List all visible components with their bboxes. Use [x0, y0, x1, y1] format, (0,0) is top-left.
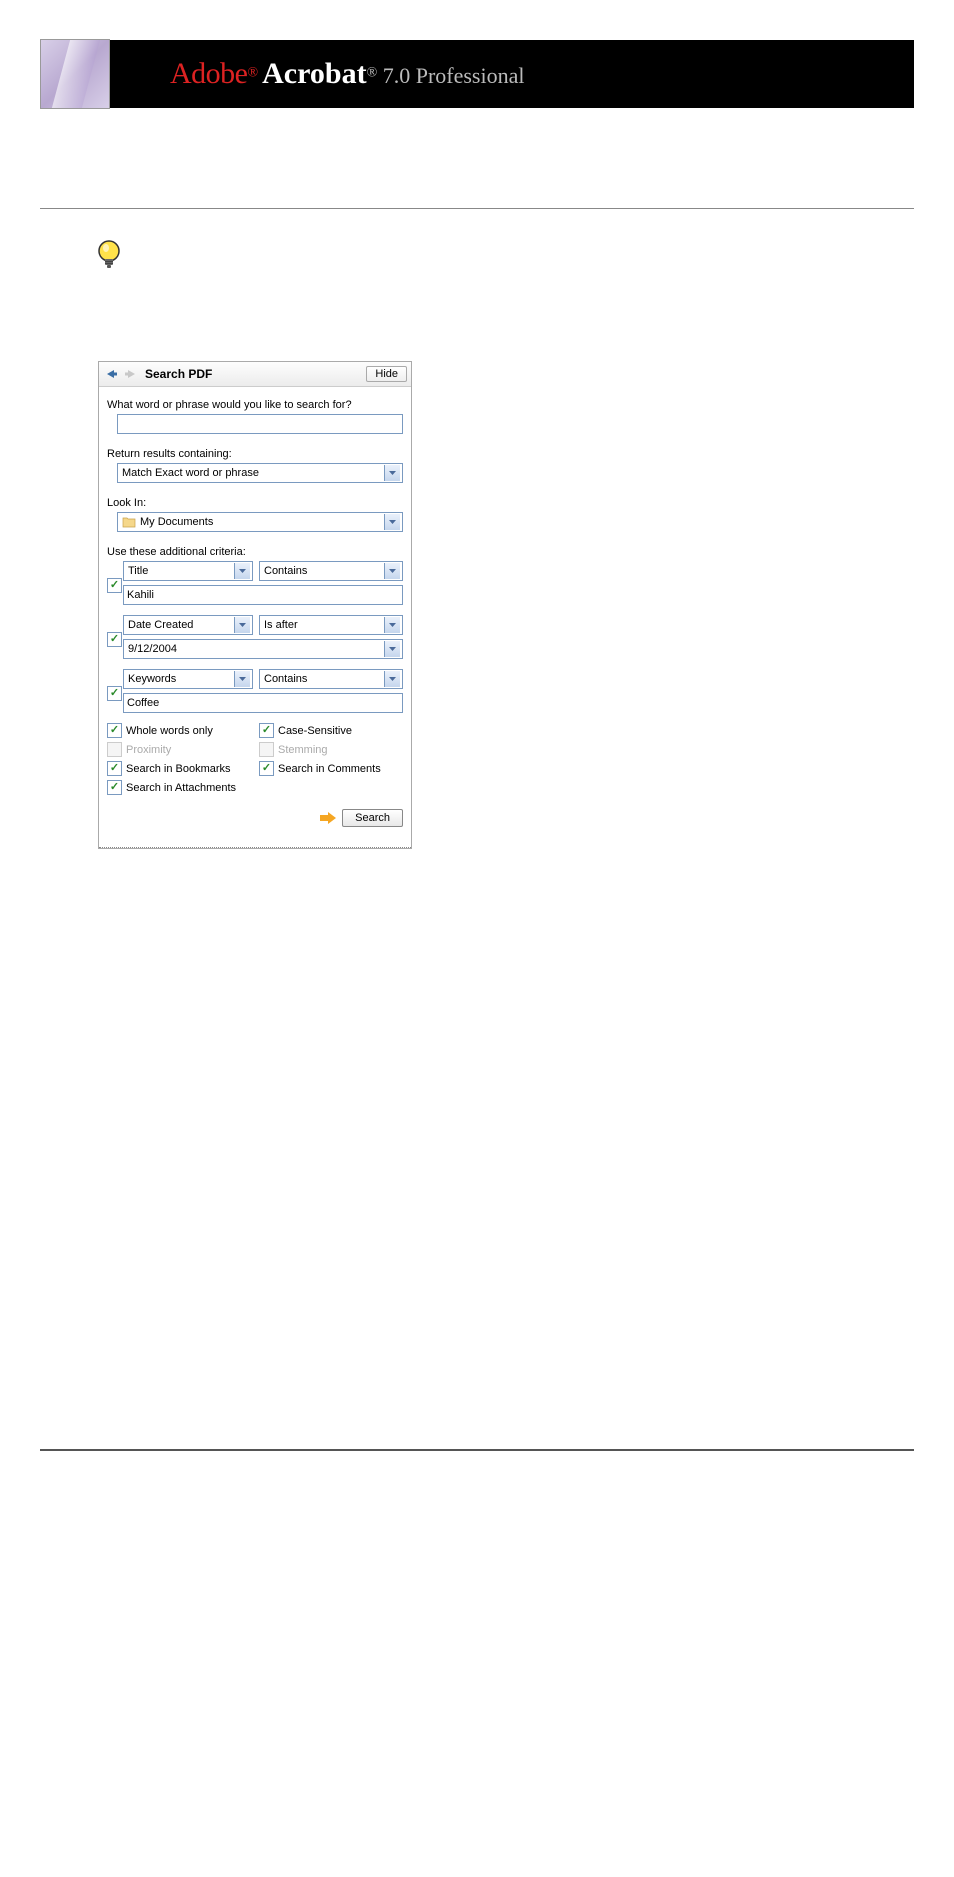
- search-phrase-label: What word or phrase would you like to se…: [107, 399, 403, 411]
- option-label: Proximity: [126, 744, 171, 756]
- option-checkbox: [259, 742, 274, 757]
- criteria-row: Keywords Contains: [107, 669, 403, 713]
- search-phrase-input[interactable]: [117, 414, 403, 434]
- chevron-down-icon: [234, 671, 250, 687]
- search-option: Proximity: [107, 742, 251, 757]
- option-checkbox[interactable]: [107, 780, 122, 795]
- look-in-label: Look In:: [107, 497, 403, 509]
- option-checkbox[interactable]: [107, 761, 122, 776]
- chevron-down-icon: [384, 641, 400, 657]
- option-checkbox[interactable]: [107, 723, 122, 738]
- divider: [40, 208, 914, 209]
- panel-title: Search PDF: [145, 367, 366, 381]
- criteria-operator-select[interactable]: Contains: [259, 561, 403, 581]
- option-checkbox[interactable]: [259, 761, 274, 776]
- criteria-operator-select[interactable]: Is after: [259, 615, 403, 635]
- option-label: Search in Bookmarks: [126, 763, 231, 775]
- criteria-field-select[interactable]: Keywords: [123, 669, 253, 689]
- criteria-field-select[interactable]: Date Created: [123, 615, 253, 635]
- criteria-value-input[interactable]: [123, 693, 403, 713]
- criteria-checkbox[interactable]: [107, 578, 122, 593]
- search-option[interactable]: Search in Comments: [259, 761, 403, 776]
- option-label: Stemming: [278, 744, 328, 756]
- footer-divider: [40, 1449, 914, 1451]
- search-arrow-icon: [320, 812, 336, 824]
- option-label: Case-Sensitive: [278, 725, 352, 737]
- chevron-down-icon: [234, 563, 250, 579]
- chevron-down-icon: [384, 514, 400, 530]
- search-option[interactable]: Search in Bookmarks: [107, 761, 251, 776]
- additional-criteria-label: Use these additional criteria:: [107, 546, 403, 558]
- forward-arrow-icon[interactable]: [123, 367, 137, 381]
- criteria-row: Date Created Is after 9/12/2004: [107, 615, 403, 659]
- criteria-field-select[interactable]: Title: [123, 561, 253, 581]
- hide-button[interactable]: Hide: [366, 366, 407, 382]
- folder-icon: [122, 516, 136, 528]
- back-arrow-icon[interactable]: [105, 367, 119, 381]
- product-banner: Adobe® Acrobat® 7.0 Professional: [40, 40, 914, 108]
- chevron-down-icon: [384, 465, 400, 481]
- option-checkbox: [107, 742, 122, 757]
- criteria-value-input[interactable]: [123, 585, 403, 605]
- criteria-row: Title Contains: [107, 561, 403, 605]
- search-options: Whole words only Case-Sensitive Proximit…: [107, 723, 403, 795]
- search-option[interactable]: Whole words only: [107, 723, 251, 738]
- criteria-checkbox[interactable]: [107, 686, 122, 701]
- search-option[interactable]: Case-Sensitive: [259, 723, 403, 738]
- chevron-down-icon: [384, 617, 400, 633]
- option-label: Search in Attachments: [126, 782, 236, 794]
- search-option[interactable]: Search in Attachments: [107, 780, 251, 795]
- brand-version: 7.0 Professional: [377, 63, 524, 88]
- panel-footer-divider: [99, 847, 411, 848]
- option-checkbox[interactable]: [259, 723, 274, 738]
- search-pdf-panel: Search PDF Hide What word or phrase woul…: [98, 361, 412, 849]
- criteria-operator-select[interactable]: Contains: [259, 669, 403, 689]
- return-results-label: Return results containing:: [107, 448, 403, 460]
- chevron-down-icon: [234, 617, 250, 633]
- chevron-down-icon: [384, 563, 400, 579]
- chevron-down-icon: [384, 671, 400, 687]
- criteria-value-select[interactable]: 9/12/2004: [123, 639, 403, 659]
- search-option: Stemming: [259, 742, 403, 757]
- return-results-select[interactable]: Match Exact word or phrase: [117, 463, 403, 483]
- brand-acrobat: Acrobat: [262, 57, 366, 90]
- lightbulb-icon: [95, 239, 123, 271]
- search-button[interactable]: Search: [342, 809, 403, 827]
- adobe-logo: [40, 39, 110, 109]
- look-in-select[interactable]: My Documents: [117, 512, 403, 532]
- banner-text: Adobe® Acrobat® 7.0 Professional: [170, 57, 524, 91]
- criteria-checkbox[interactable]: [107, 632, 122, 647]
- option-label: Search in Comments: [278, 763, 381, 775]
- brand-adobe: Adobe: [170, 57, 247, 90]
- option-label: Whole words only: [126, 725, 213, 737]
- tip-row: [95, 239, 914, 271]
- panel-header: Search PDF Hide: [99, 362, 411, 387]
